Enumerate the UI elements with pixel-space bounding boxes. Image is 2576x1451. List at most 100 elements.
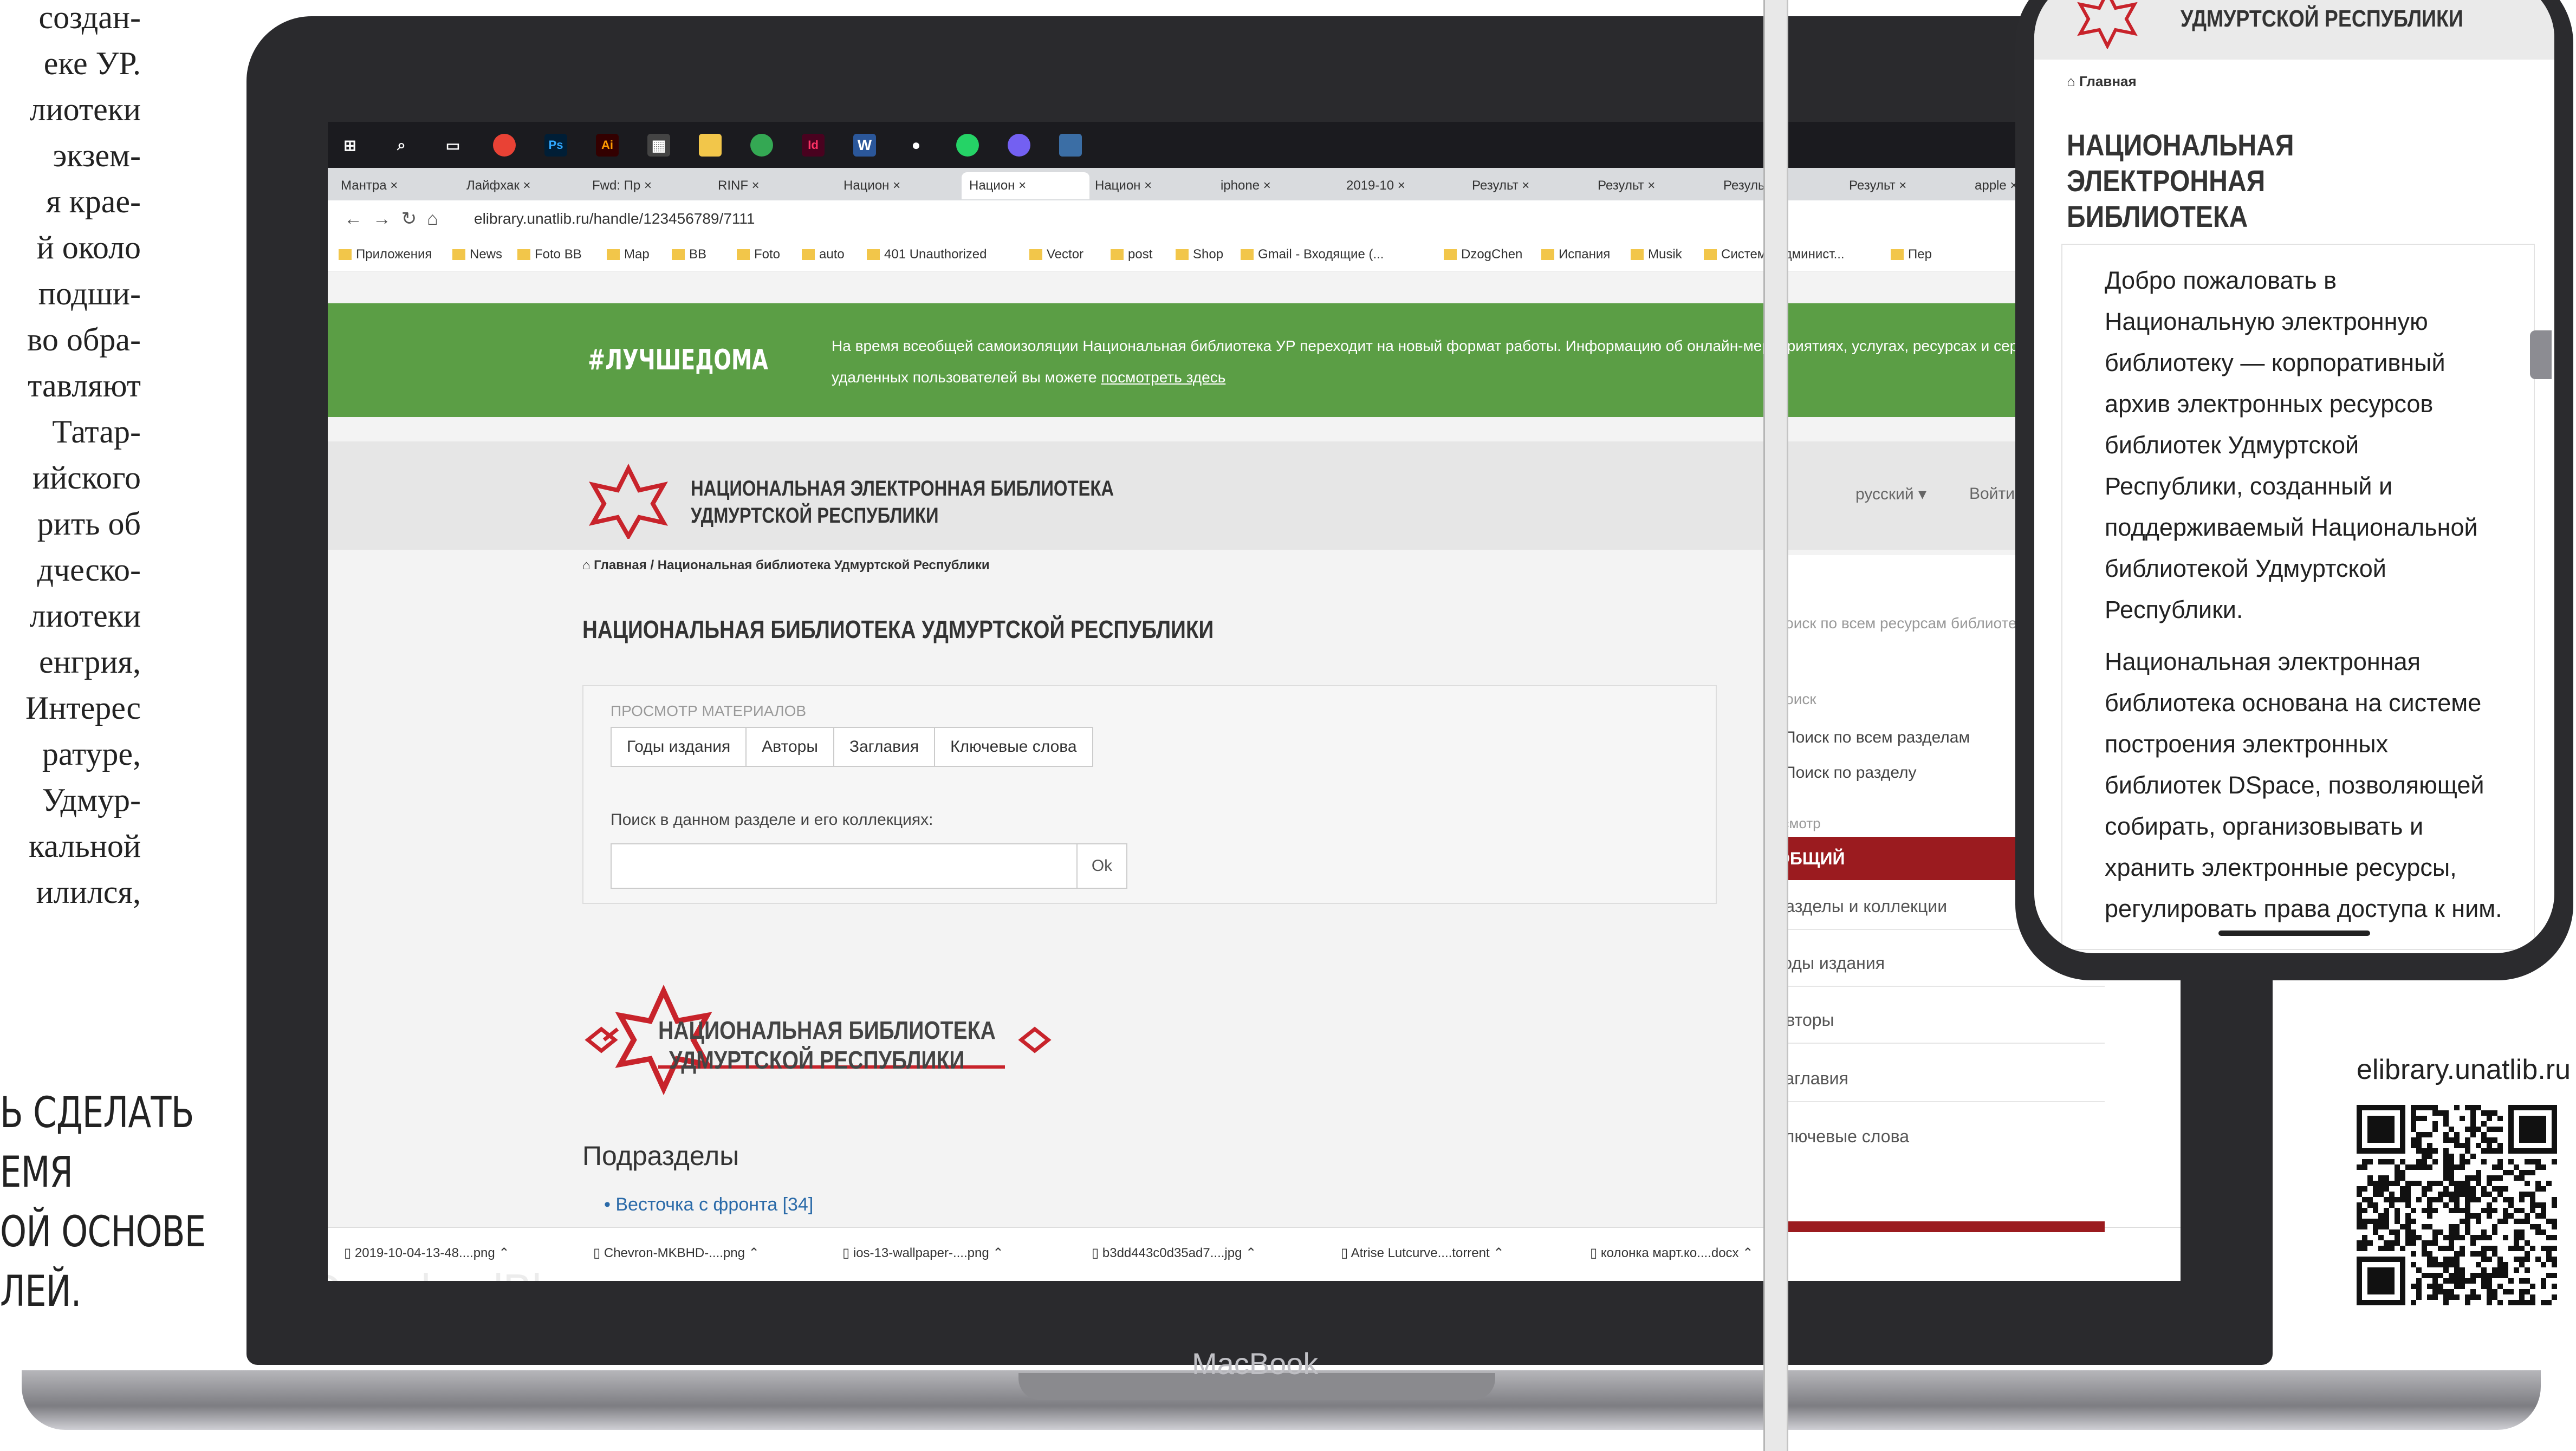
phone-side-handle[interactable] — [2530, 330, 2552, 379]
qr-module — [2492, 1251, 2497, 1257]
search-ok-button[interactable]: Ok — [1076, 843, 1127, 889]
browser-tab[interactable]: Мантра × — [333, 172, 461, 199]
browser-tab[interactable]: Национ × — [1087, 172, 1215, 199]
bookmark-item[interactable]: Shop — [1176, 247, 1223, 262]
browser-tab[interactable]: iphone × — [1213, 172, 1341, 199]
close-icon[interactable]: × — [520, 178, 530, 193]
chevron-up-icon[interactable]: ⌃ — [989, 1246, 1003, 1260]
browser-tab[interactable]: Fwd: Пр × — [585, 172, 712, 199]
browser-tab[interactable]: Результ × — [1841, 172, 1969, 199]
browser-tab[interactable]: Результ × — [1464, 172, 1592, 199]
login-link[interactable]: Войти — [1969, 485, 2015, 503]
browser-tab[interactable]: Национ × — [836, 172, 964, 199]
browser-tab[interactable]: RINF × — [710, 172, 838, 199]
download-item[interactable]: ▯ ios-13-wallpaper-....png ⌃ — [842, 1245, 1003, 1261]
breadcrumb-home[interactable]: Главная — [594, 558, 647, 572]
bookmark-item[interactable]: BB — [672, 247, 706, 262]
qr-module — [2519, 1192, 2525, 1197]
library-logo-icon[interactable] — [577, 463, 680, 539]
whatsapp-icon[interactable] — [956, 134, 979, 157]
bookmark-item[interactable]: Foto — [737, 247, 780, 262]
app-icon[interactable]: ● — [905, 134, 927, 157]
chevron-up-icon[interactable]: ⌃ — [745, 1246, 760, 1260]
download-item[interactable]: ▯ колонка март.ко....docx ⌃ — [1590, 1245, 1753, 1261]
qr-module — [2476, 1170, 2481, 1175]
download-item[interactable]: ▯ b3dd443c0d35ad7....jpg ⌃ — [1092, 1245, 1256, 1261]
qr-module — [2481, 1278, 2487, 1284]
download-item[interactable]: ▯ Atrise Lutcurve....torrent ⌃ — [1341, 1245, 1504, 1261]
photoshop-icon[interactable]: Ps — [544, 134, 567, 157]
search-section-option[interactable]: Поиск по разделу — [1784, 764, 1917, 782]
close-icon[interactable]: × — [1140, 178, 1152, 193]
search-all-option[interactable]: Поиск по всем разделам — [1784, 728, 1970, 747]
bookmark-item[interactable]: News — [452, 247, 502, 262]
chrome-active-icon[interactable] — [750, 134, 773, 157]
bookmark-item[interactable]: Пер — [1891, 247, 1932, 262]
sidebar-item-years[interactable]: Годы издания — [1774, 953, 1885, 973]
bookmark-item[interactable]: post — [1111, 247, 1152, 262]
indesign-icon[interactable]: Id — [802, 134, 825, 157]
close-icon[interactable]: × — [889, 178, 900, 193]
sidebar-search-input[interactable]: Поиск по всем ресурсам библиоте — [1774, 615, 2017, 632]
subsection-link[interactable]: • Весточка с фронта [34] — [604, 1194, 813, 1215]
calculator-icon[interactable]: ▦ — [647, 134, 670, 157]
sidebar-item-collections[interactable]: Разделы и коллекции — [1774, 896, 1947, 916]
chevron-up-icon[interactable]: ⌃ — [1242, 1246, 1256, 1260]
chevron-up-icon[interactable]: ⌃ — [1739, 1246, 1753, 1260]
url-field[interactable]: elibrary.unatlib.ru/handle/123456789/711… — [474, 210, 755, 227]
close-icon[interactable]: × — [748, 178, 760, 193]
browse-years-button[interactable]: Годы издания — [611, 727, 747, 767]
browser-tab[interactable]: 2019-10 × — [1339, 172, 1467, 199]
close-icon[interactable]: × — [387, 178, 398, 193]
sidebar-item-keywords[interactable]: Ключевые слова — [1774, 1127, 1909, 1147]
navigation-icons[interactable]: ← → ↻ ⌂ — [344, 208, 438, 230]
site-title[interactable]: НАЦИОНАЛЬНАЯ ЭЛЕКТРОННАЯ БИБЛИОТЕКА УДМУ… — [691, 475, 1114, 529]
bookmark-item[interactable]: Gmail - Входящие (... — [1241, 247, 1384, 262]
chrome-icon[interactable] — [493, 134, 516, 157]
phone-logo-icon[interactable] — [2067, 0, 2148, 49]
browser-tab[interactable]: Результ × — [1590, 172, 1718, 199]
close-icon[interactable]: × — [1519, 178, 1529, 193]
search-input[interactable] — [611, 843, 1079, 889]
browse-titles-button[interactable]: Заглавия — [833, 727, 936, 767]
close-icon[interactable]: × — [1394, 178, 1405, 193]
close-icon[interactable]: × — [1896, 178, 1906, 193]
download-item[interactable]: ▯ 2019-10-04-13-48....png ⌃ — [344, 1245, 510, 1261]
close-icon[interactable]: × — [1260, 178, 1271, 193]
illustrator-icon[interactable]: Ai — [596, 134, 619, 157]
task-view-icon[interactable]: ▭ — [442, 134, 464, 157]
bookmark-item[interactable]: auto — [802, 247, 845, 262]
word-icon[interactable]: W — [853, 134, 876, 157]
search-icon[interactable]: ⌕ — [390, 134, 413, 157]
chevron-up-icon[interactable]: ⌃ — [1490, 1246, 1504, 1260]
chevron-up-icon[interactable]: ⌃ — [495, 1246, 509, 1260]
folder-icon[interactable] — [699, 134, 722, 157]
bookmark-item[interactable]: 401 Unauthorized — [867, 247, 987, 262]
download-item[interactable]: ▯ Chevron-MKBHD-....png ⌃ — [593, 1245, 760, 1261]
bookmark-item[interactable]: Map — [607, 247, 650, 262]
close-icon[interactable]: × — [640, 178, 652, 193]
close-icon[interactable]: × — [1644, 178, 1655, 193]
browser-tab[interactable]: Лайфхак × — [459, 172, 587, 199]
browse-keywords-button[interactable]: Ключевые слова — [934, 727, 1093, 767]
banner-link[interactable]: посмотреть здесь — [1101, 369, 1225, 386]
language-dropdown[interactable]: русский ▾ — [1855, 485, 1926, 504]
qr-module — [2497, 1127, 2503, 1132]
close-icon[interactable]: × — [1015, 178, 1026, 193]
browser-tab[interactable]: Национ × — [962, 172, 1089, 199]
bookmark-item[interactable]: Vector — [1029, 247, 1083, 262]
bookmark-item[interactable]: DzogChen — [1444, 247, 1522, 262]
viber-icon[interactable] — [1008, 134, 1030, 157]
bookmark-item[interactable]: Foto BB — [517, 247, 582, 262]
emblem-line-1: НАЦИОНАЛЬНАЯ БИБЛИОТЕКА — [658, 1016, 996, 1044]
home-icon[interactable]: ⌂ — [582, 558, 594, 572]
qr-module — [2422, 1224, 2427, 1229]
home-icon[interactable]: ⌂ — [2067, 73, 2079, 89]
bookmark-item[interactable]: Приложения — [339, 247, 432, 262]
windows-start-icon[interactable]: ⊞ — [339, 134, 361, 157]
bookmark-item[interactable]: Испания — [1541, 247, 1610, 262]
browse-authors-button[interactable]: Авторы — [745, 727, 834, 767]
qr-module — [2519, 1229, 2525, 1235]
bookmark-item[interactable]: Musik — [1631, 247, 1682, 262]
image-viewer-icon[interactable] — [1059, 134, 1082, 157]
